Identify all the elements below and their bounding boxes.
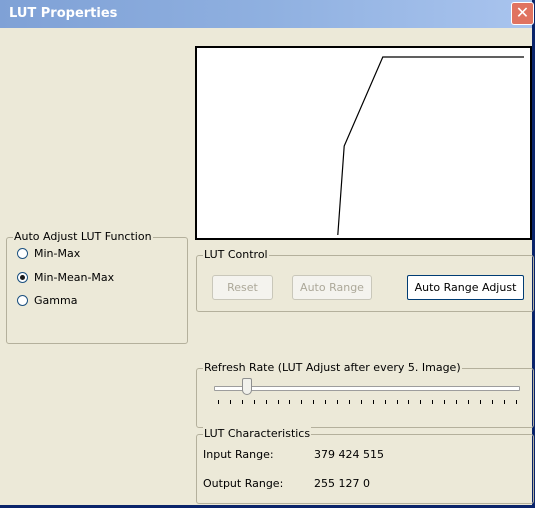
- slider-tick: [408, 400, 410, 404]
- slider-tick: [396, 400, 398, 404]
- reset-button[interactable]: Reset: [212, 275, 273, 300]
- slider-tick: [289, 400, 291, 404]
- lut-characteristics-label: LUT Characteristics: [203, 427, 312, 440]
- radio-min-mean-max[interactable]: Min-Mean-Max: [17, 271, 114, 284]
- title-bar[interactable]: LUT Properties ✕: [0, 0, 534, 28]
- auto-adjust-label: Auto Adjust LUT Function: [13, 230, 153, 243]
- slider-tick: [432, 400, 434, 404]
- slider-tick: [301, 400, 303, 404]
- slider-tick: [325, 400, 327, 404]
- input-range-value: 379 424 515: [314, 448, 384, 461]
- radio-min-mean-max-circle[interactable]: [17, 272, 28, 283]
- refresh-rate-slider-thumb[interactable]: [242, 378, 253, 395]
- radio-min-max[interactable]: Min-Max: [17, 247, 80, 260]
- slider-tick: [229, 400, 231, 404]
- lut-control-group: LUT Control Reset Auto Range Auto Range …: [196, 248, 534, 312]
- slider-tick: [253, 400, 255, 404]
- slider-tick: [313, 400, 315, 404]
- slider-tick: [265, 400, 267, 404]
- auto-adjust-group: Auto Adjust LUT Function Min-Max Min-Mea…: [6, 230, 188, 344]
- radio-gamma[interactable]: Gamma: [17, 294, 77, 307]
- radio-gamma-circle[interactable]: [17, 295, 28, 306]
- radio-min-max-circle[interactable]: [17, 248, 28, 259]
- slider-tick: [241, 400, 243, 404]
- slider-tick: [503, 400, 505, 404]
- slider-tick: [348, 400, 350, 404]
- refresh-rate-label: Refresh Rate (LUT Adjust after every 5. …: [203, 361, 462, 374]
- slider-tick: [515, 400, 517, 404]
- slider-tick: [218, 400, 219, 404]
- slider-tick: [456, 400, 457, 404]
- slider-tick: [372, 400, 374, 404]
- slider-tick: [479, 400, 481, 404]
- radio-min-mean-max-label: Min-Mean-Max: [34, 271, 115, 284]
- window-title: LUT Properties: [9, 6, 118, 21]
- lut-curve-svg: [337, 56, 524, 236]
- slider-tick: [384, 400, 386, 404]
- slider-tick: [420, 400, 422, 404]
- input-range-label: Input Range:: [203, 448, 274, 461]
- refresh-rate-ticks: [218, 400, 518, 405]
- slider-tick: [360, 400, 362, 404]
- output-range-label: Output Range:: [203, 477, 284, 490]
- radio-gamma-label: Gamma: [34, 294, 78, 307]
- radio-min-max-label: Min-Max: [34, 247, 81, 260]
- lut-curve-line: [337, 56, 524, 236]
- refresh-rate-group: Refresh Rate (LUT Adjust after every 5. …: [196, 361, 534, 428]
- slider-tick: [444, 400, 446, 404]
- slider-tick: [337, 400, 338, 404]
- auto-range-adjust-button[interactable]: Auto Range Adjust: [407, 275, 524, 300]
- close-button[interactable]: ✕: [511, 2, 534, 25]
- lut-characteristics-group: LUT Characteristics Input Range: 379 424…: [196, 427, 534, 504]
- slider-tick: [277, 400, 279, 404]
- close-icon: ✕: [515, 3, 530, 22]
- auto-range-button[interactable]: Auto Range: [292, 275, 372, 300]
- refresh-rate-slider-track[interactable]: [214, 386, 520, 391]
- lut-properties-window: LUT Properties ✕ Auto Adjust LUT Functio…: [0, 0, 535, 508]
- output-range-value: 255 127 0: [314, 477, 370, 490]
- slider-tick: [467, 400, 469, 404]
- lut-control-label: LUT Control: [203, 248, 269, 261]
- slider-tick: [491, 400, 493, 404]
- lut-curve-graph: [195, 46, 532, 240]
